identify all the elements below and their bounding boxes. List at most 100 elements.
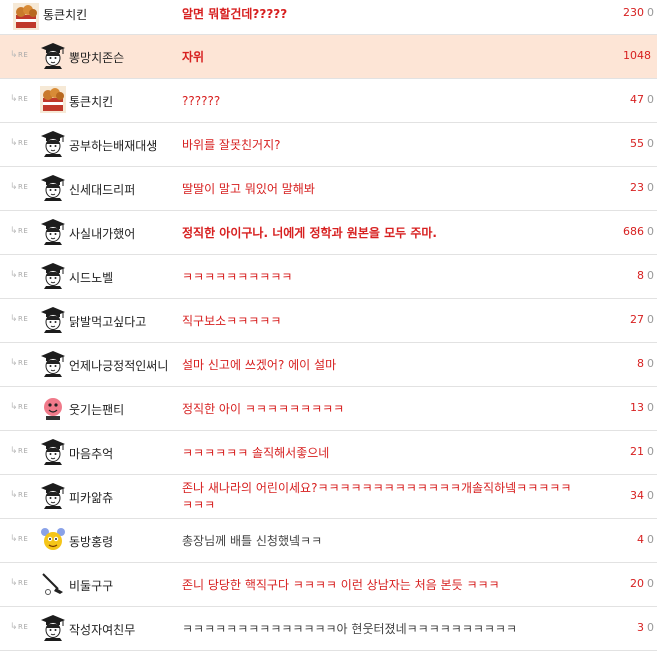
reply-marker-icon: ↳RE — [10, 490, 28, 500]
nickname-link[interactable]: 웃기는팬티 — [69, 401, 124, 418]
vote-zero: 0 — [647, 533, 654, 546]
vote-score: 27 — [630, 313, 644, 326]
reply-arrow-icon: ↳ — [10, 578, 19, 588]
reply-marker-icon: ↳RE — [10, 358, 28, 368]
vote-count[interactable]: 20 0 — [630, 577, 654, 590]
vote-score: 8 — [637, 357, 644, 370]
vote-count[interactable]: 13 0 — [630, 401, 654, 414]
nickname-link[interactable]: 통큰치킨 — [43, 6, 87, 23]
comment-row: ↳RE 공부하는배재대생 바위를 잘못친거지? 55 0 — [0, 123, 657, 167]
graduate-cap-avatar-icon[interactable] — [40, 350, 66, 377]
nickname-link[interactable]: 마음추억 — [69, 445, 113, 462]
vote-zero: 0 — [647, 93, 654, 106]
nickname-link[interactable]: 통큰치킨 — [69, 93, 113, 110]
vote-score: 47 — [630, 93, 644, 106]
reply-label: RE — [18, 359, 29, 367]
vote-count[interactable]: 34 0 — [630, 489, 654, 502]
vote-score: 13 — [630, 401, 644, 414]
reply-marker-icon: ↳RE — [10, 270, 28, 280]
vote-score: 230 — [623, 6, 644, 19]
yellow-face-avatar-icon[interactable] — [40, 526, 66, 553]
vote-zero: 0 — [647, 445, 654, 458]
vote-count[interactable]: 30 — [637, 621, 654, 634]
vote-count[interactable]: 40 — [637, 533, 654, 546]
pink-face-avatar-icon[interactable] — [40, 394, 66, 421]
comment-row: ↳RE 신세대드리퍼 딸딸이 말고 뭐있어 말해봐 23 0 — [0, 167, 657, 211]
graduate-cap-avatar-icon[interactable] — [40, 614, 66, 641]
vote-zero: 0 — [647, 181, 654, 194]
graduate-cap-avatar-icon[interactable] — [40, 262, 66, 289]
vote-zero: 0 — [647, 489, 654, 502]
vote-score: 34 — [630, 489, 644, 502]
comment-text: 총장님께 배틀 신청했넼ㅋㅋ — [182, 534, 323, 548]
comment-row: ↳RE 통큰치킨?????? 47 0 — [0, 79, 657, 123]
vote-score: 20 — [630, 577, 644, 590]
vote-count[interactable]: 27 0 — [630, 313, 654, 326]
vote-count[interactable]: 1048 — [623, 49, 654, 62]
nickname-link[interactable]: 사실내가했어 — [69, 225, 135, 242]
graduate-cap-avatar-icon[interactable] — [40, 130, 66, 157]
comment-row: 통큰치킨 알면 뭐할건데????? 230 0 — [0, 0, 657, 35]
reply-marker-icon: ↳RE — [10, 622, 28, 632]
vote-score: 55 — [630, 137, 644, 150]
comment-row: ↳RE 사실내가했어 정직한 아이구나. 너에게 정학과 원본을 모두 주마. 686… — [0, 211, 657, 255]
reply-arrow-icon: ↳ — [10, 446, 19, 456]
vote-count[interactable]: 55 0 — [630, 137, 654, 150]
vote-zero: 0 — [647, 621, 654, 634]
vote-count[interactable]: 47 0 — [630, 93, 654, 106]
graduate-cap-avatar-icon[interactable] — [40, 306, 66, 333]
nickname-link[interactable]: 뽕망치존슨 — [69, 49, 124, 66]
reply-arrow-icon: ↳ — [10, 358, 19, 368]
reply-arrow-icon: ↳ — [10, 94, 19, 104]
comment-text: 자위 — [182, 50, 205, 64]
comment-text: 존나 새나라의 어린이세요?ㅋㅋㅋㅋㅋㅋㅋㅋㅋㅋㅋㅋㅋ개솔직하넼ㅋㅋㅋㅋㅋㅋㅋㅋ — [182, 481, 572, 512]
vote-count[interactable]: 21 0 — [630, 445, 654, 458]
graduate-cap-avatar-icon[interactable] — [40, 482, 66, 509]
vote-count[interactable]: 230 0 — [623, 6, 654, 19]
reply-label: RE — [18, 51, 29, 59]
nickname-link[interactable]: 신세대드리퍼 — [69, 181, 135, 198]
vote-count[interactable]: 80 — [637, 357, 654, 370]
vote-zero: 0 — [647, 225, 654, 238]
nickname-link[interactable]: 시드노벨 — [69, 269, 113, 286]
reply-marker-icon: ↳RE — [10, 446, 28, 456]
reply-label: RE — [18, 447, 29, 455]
nickname-link[interactable]: 닭발먹고싶다고 — [69, 313, 146, 330]
vote-count[interactable]: 80 — [637, 269, 654, 282]
vote-zero: 0 — [647, 137, 654, 150]
golf-club-avatar-icon[interactable] — [40, 570, 66, 597]
graduate-cap-avatar-icon[interactable] — [40, 438, 66, 465]
vote-zero: 0 — [647, 577, 654, 590]
graduate-cap-avatar-icon[interactable] — [40, 218, 66, 245]
vote-zero: 0 — [647, 313, 654, 326]
comment-text: ?????? — [182, 94, 221, 108]
vote-score: 1048 — [623, 49, 651, 62]
vote-count[interactable]: 686 0 — [623, 225, 654, 238]
nickname-link[interactable]: 동방홍령 — [69, 533, 113, 550]
reply-label: RE — [18, 315, 29, 323]
reply-arrow-icon: ↳ — [10, 270, 19, 280]
nickname-link[interactable]: 비둘구구 — [69, 577, 113, 594]
comment-text: ㅋㅋㅋㅋㅋㅋ 솔직해서좋으네 — [182, 446, 330, 460]
vote-zero: 0 — [647, 269, 654, 282]
fried-chicken-avatar-icon[interactable] — [40, 86, 66, 113]
graduate-cap-avatar-icon[interactable] — [40, 174, 66, 201]
comment-row: ↳RE 뽕망치존슨 자위 1048 — [0, 35, 657, 79]
comment-text: 존니 당당한 핵직구다 ㅋㅋㅋㅋ 이런 상남자는 처음 본듯 ㅋㅋㅋ — [182, 578, 500, 592]
reply-label: RE — [18, 579, 29, 587]
vote-zero: 0 — [647, 401, 654, 414]
graduate-cap-avatar-icon[interactable] — [40, 42, 66, 69]
nickname-link[interactable]: 공부하는배재대생 — [69, 137, 157, 154]
nickname-link[interactable]: 작성자여친무 — [69, 621, 135, 638]
reply-arrow-icon: ↳ — [10, 402, 19, 412]
comment-row: ↳RE 마음추억 ㅋㅋㅋㅋㅋㅋ 솔직해서좋으네 21 0 — [0, 431, 657, 475]
nickname-link[interactable]: 언제나긍정적인써니 — [69, 357, 168, 374]
reply-arrow-icon: ↳ — [10, 490, 19, 500]
vote-count[interactable]: 23 0 — [630, 181, 654, 194]
comment-row: ↳RE 피카앎츄 존나 새나라의 어린이세요?ㅋㅋㅋㅋㅋㅋㅋㅋㅋㅋㅋㅋㅋ개솔직하넼ㅋ… — [0, 475, 657, 519]
reply-label: RE — [18, 623, 29, 631]
comment-text: 알면 뭐할건데????? — [182, 7, 288, 21]
fried-chicken-avatar-icon[interactable] — [13, 3, 39, 30]
comment-row: ↳RE 언제나긍정적인써니 설마 신고에 쓰겠어? 에이 설마 8 0 — [0, 343, 657, 387]
nickname-link[interactable]: 피카앎츄 — [69, 489, 113, 506]
